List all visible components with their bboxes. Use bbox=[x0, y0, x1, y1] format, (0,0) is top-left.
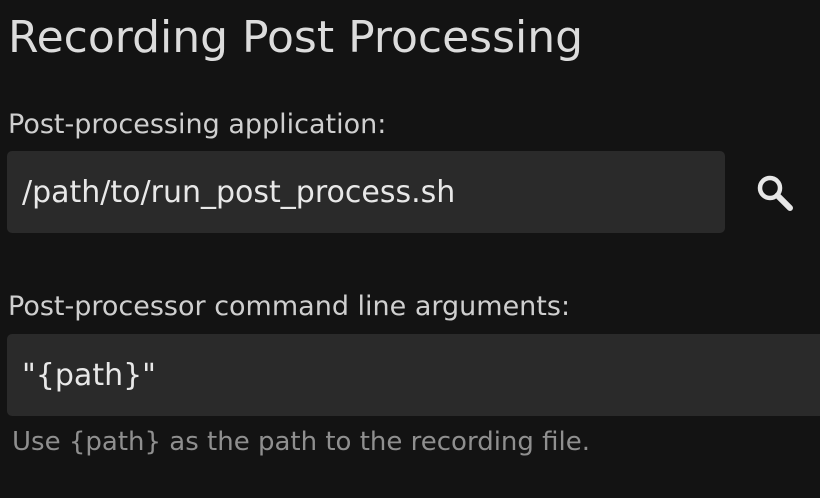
post-processing-app-label: Post-processing application: bbox=[8, 109, 387, 140]
post-processor-args-value: "{path}" bbox=[22, 357, 156, 393]
browse-button[interactable] bbox=[748, 166, 802, 220]
post-processor-args-hint: Use {path} as the path to the recording … bbox=[12, 427, 591, 457]
post-processor-args-label: Post-processor command line arguments: bbox=[8, 291, 571, 322]
post-processor-args-input[interactable]: "{path}" bbox=[7, 334, 820, 416]
post-processing-app-input[interactable]: /path/to/run_post_process.sh bbox=[7, 151, 725, 233]
search-icon bbox=[757, 175, 793, 211]
section-title: Recording Post Processing bbox=[8, 12, 584, 63]
post-processing-app-value: /path/to/run_post_process.sh bbox=[22, 174, 456, 210]
recording-post-processing-panel: Recording Post Processing Post-processin… bbox=[0, 0, 820, 498]
